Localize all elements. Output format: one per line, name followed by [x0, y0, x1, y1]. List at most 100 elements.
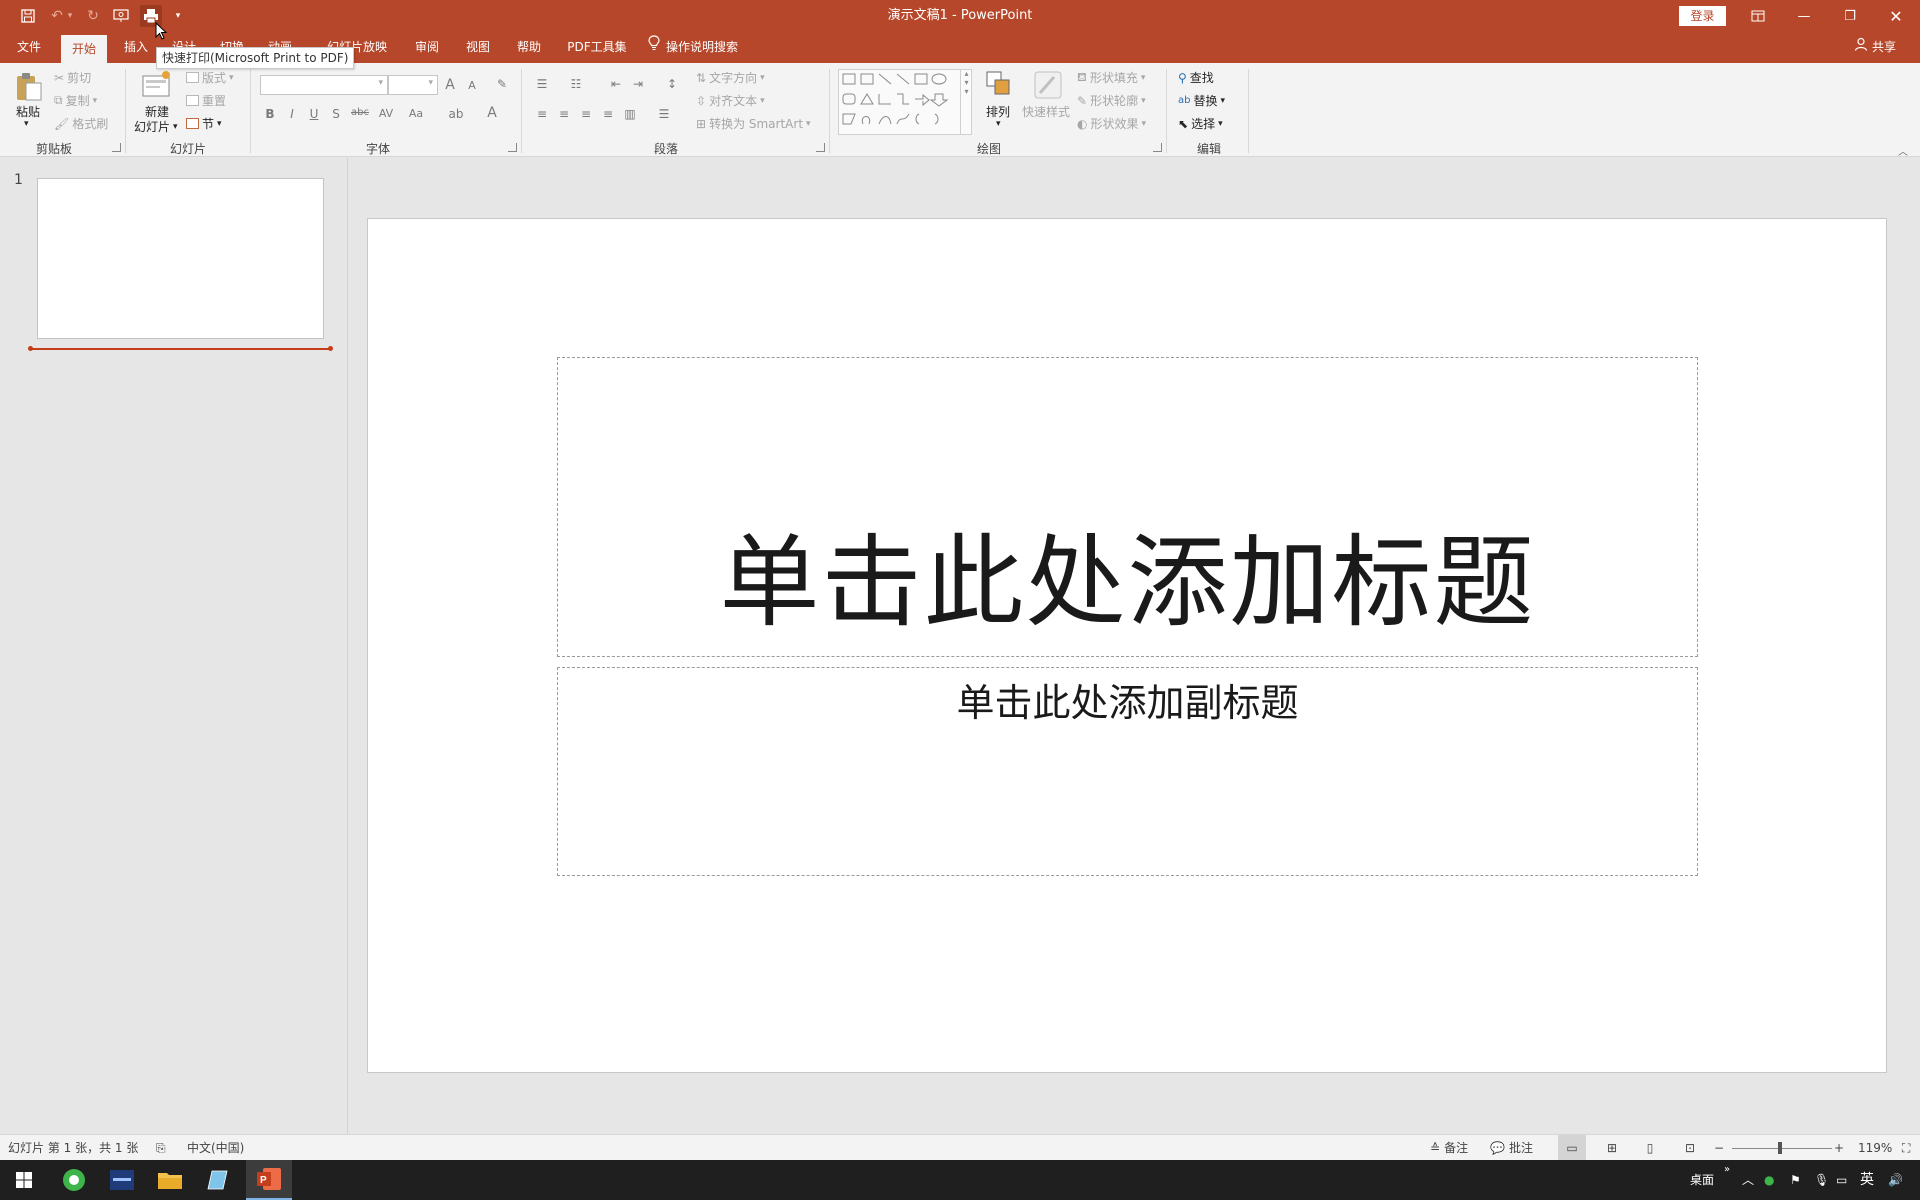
smartart-button[interactable]: ⊞ 转换为 SmartArt ▾	[696, 115, 811, 132]
font-launcher-icon[interactable]	[508, 143, 517, 152]
slideshow-view-icon[interactable]: ⊡	[1678, 1135, 1702, 1161]
copy-button[interactable]: ⧉ 复制 ▾	[54, 92, 97, 109]
tell-me-search[interactable]: 操作说明搜索	[648, 32, 760, 63]
shapes-gallery-scroll[interactable]: ▴ ▾ ▾	[960, 69, 972, 135]
slide-thumbnail[interactable]	[37, 178, 324, 339]
customize-qat-icon[interactable]: ▾	[171, 5, 185, 27]
comments-button[interactable]: 💬 批注	[1490, 1135, 1533, 1161]
text-shadow-icon[interactable]: S	[326, 107, 346, 121]
collapse-ribbon-icon[interactable]: ︿	[1898, 143, 1908, 158]
decrease-indent-icon[interactable]: ⇤	[606, 77, 626, 91]
arrange-icon[interactable]	[984, 69, 1016, 101]
paste-label[interactable]: 粘贴	[16, 103, 40, 120]
app-launcher-icon[interactable]	[98, 1160, 146, 1200]
find-button[interactable]: ⚲ 查找	[1178, 69, 1214, 86]
tab-pdf-tools[interactable]: PDF工具集	[558, 32, 636, 63]
highlight-icon[interactable]: ab	[446, 107, 466, 121]
italic-icon[interactable]: I	[282, 107, 302, 121]
shape-effects-button[interactable]: ◐ 形状效果 ▾	[1077, 115, 1146, 132]
clear-formatting-icon[interactable]: ✎	[492, 77, 512, 91]
volume-icon[interactable]: 🔊	[1888, 1160, 1903, 1200]
increase-indent-icon[interactable]: ⇥	[628, 77, 648, 91]
replace-button[interactable]: ab 替换 ▾	[1178, 92, 1225, 109]
fit-to-window-icon[interactable]: ⛶	[1902, 1135, 1910, 1161]
text-align-icon[interactable]: ☰	[654, 107, 674, 121]
shape-outline-button[interactable]: ✎ 形状轮廓 ▾	[1077, 92, 1146, 109]
justify-icon[interactable]: ≡	[598, 107, 618, 121]
slide-sorter-icon[interactable]: ⊞	[1600, 1135, 1624, 1161]
text-direction-button[interactable]: ⇅ 文字方向 ▾	[696, 69, 765, 86]
zoom-in-icon[interactable]: +	[1834, 1135, 1844, 1161]
save-icon[interactable]	[17, 5, 39, 27]
change-case-icon[interactable]: Aa	[404, 107, 428, 120]
login-button[interactable]: 登录	[1679, 6, 1726, 26]
tab-home[interactable]: 开始	[61, 35, 107, 63]
language-indicator[interactable]: 中文(中国)	[187, 1135, 244, 1161]
network-icon[interactable]: ▭	[1836, 1160, 1847, 1200]
font-size-box[interactable]: ▾	[388, 75, 438, 95]
undo-dropdown-icon[interactable]: ▾	[64, 5, 76, 27]
file-explorer-icon[interactable]	[146, 1160, 194, 1200]
zoom-out-icon[interactable]: −	[1714, 1135, 1724, 1161]
columns-icon[interactable]: ▥	[620, 107, 640, 121]
drawing-launcher-icon[interactable]	[1153, 143, 1162, 152]
notes-button[interactable]: ≙ 备注	[1430, 1135, 1468, 1161]
new-slide-label-2[interactable]: 幻灯片 ▾	[134, 118, 178, 135]
shape-fill-button[interactable]: ⛾ 形状填充 ▾	[1077, 69, 1145, 86]
grow-font-icon[interactable]: A	[440, 77, 460, 93]
select-button[interactable]: ⬉ 选择 ▾	[1178, 115, 1223, 132]
numbering-icon[interactable]: ☷	[566, 77, 586, 91]
tray-browser-icon[interactable]: ●	[1764, 1160, 1774, 1200]
cut-button[interactable]: ✂ 剪切	[54, 69, 91, 86]
desktop-toolbar-label[interactable]: 桌面	[1690, 1160, 1714, 1200]
strikethrough-icon[interactable]: abc	[348, 107, 372, 118]
zoom-slider-thumb[interactable]	[1778, 1142, 1782, 1154]
redo-icon[interactable]: ↻	[82, 5, 104, 27]
quick-styles-icon[interactable]	[1032, 69, 1064, 101]
align-text-button[interactable]: ⇳ 对齐文本 ▾	[696, 92, 765, 109]
windows-start-icon[interactable]	[0, 1160, 48, 1200]
ribbon-display-options-icon[interactable]	[1735, 0, 1781, 32]
align-center-icon[interactable]: ≡	[554, 107, 574, 121]
subtitle-placeholder[interactable]: 单击此处添加副标题	[557, 667, 1698, 876]
layout-button[interactable]: 版式 ▾	[186, 69, 234, 86]
paste-dropdown-icon[interactable]: ▾	[24, 119, 29, 129]
minimize-icon[interactable]: —	[1781, 0, 1827, 32]
reset-button[interactable]: 重置	[186, 92, 226, 109]
underline-icon[interactable]: U	[304, 107, 324, 121]
tab-review[interactable]: 审阅	[404, 32, 450, 63]
spellcheck-icon[interactable]: ⎘	[156, 1135, 166, 1161]
arrange-label[interactable]: 排列	[986, 103, 1010, 120]
shrink-font-icon[interactable]: A	[462, 79, 482, 92]
tray-overflow-icon[interactable]: ︿	[1742, 1160, 1754, 1200]
tab-insert[interactable]: 插入	[116, 32, 156, 63]
line-spacing-icon[interactable]: ↕	[662, 77, 682, 91]
normal-view-icon[interactable]: ▭	[1558, 1135, 1586, 1161]
paste-icon[interactable]	[13, 71, 45, 103]
share-button[interactable]: 共享	[1854, 32, 1896, 63]
new-slide-icon[interactable]	[140, 69, 172, 101]
arrange-dropdown-icon[interactable]: ▾	[996, 119, 1001, 129]
start-from-beginning-icon[interactable]	[110, 5, 132, 27]
reading-view-icon[interactable]: ▯	[1638, 1135, 1662, 1161]
tray-app-icon[interactable]: ⚑	[1790, 1160, 1801, 1200]
browser-app-icon[interactable]	[50, 1160, 98, 1200]
ime-indicator[interactable]: 英	[1860, 1160, 1874, 1200]
bullets-icon[interactable]: ☰	[532, 77, 552, 91]
clipboard-launcher-icon[interactable]	[112, 143, 121, 152]
align-left-icon[interactable]: ≡	[532, 107, 552, 121]
tab-help[interactable]: 帮助	[506, 32, 552, 63]
tab-file[interactable]: 文件	[8, 32, 50, 63]
title-placeholder[interactable]: 单击此处添加标题	[557, 357, 1698, 657]
paragraph-launcher-icon[interactable]	[816, 143, 825, 152]
powerpoint-app-icon[interactable]: P	[246, 1160, 292, 1200]
character-spacing-icon[interactable]: AV	[374, 107, 398, 120]
close-icon[interactable]: ✕	[1873, 0, 1919, 32]
align-right-icon[interactable]: ≡	[576, 107, 596, 121]
format-painter-button[interactable]: 🖌 格式刷	[54, 115, 108, 132]
quick-styles-label[interactable]: 快速样式	[1022, 103, 1070, 120]
restore-icon[interactable]: ❐	[1827, 0, 1873, 32]
zoom-slider[interactable]	[1732, 1148, 1832, 1149]
shapes-gallery[interactable]	[838, 69, 972, 135]
zoom-level[interactable]: 119%	[1858, 1135, 1892, 1161]
